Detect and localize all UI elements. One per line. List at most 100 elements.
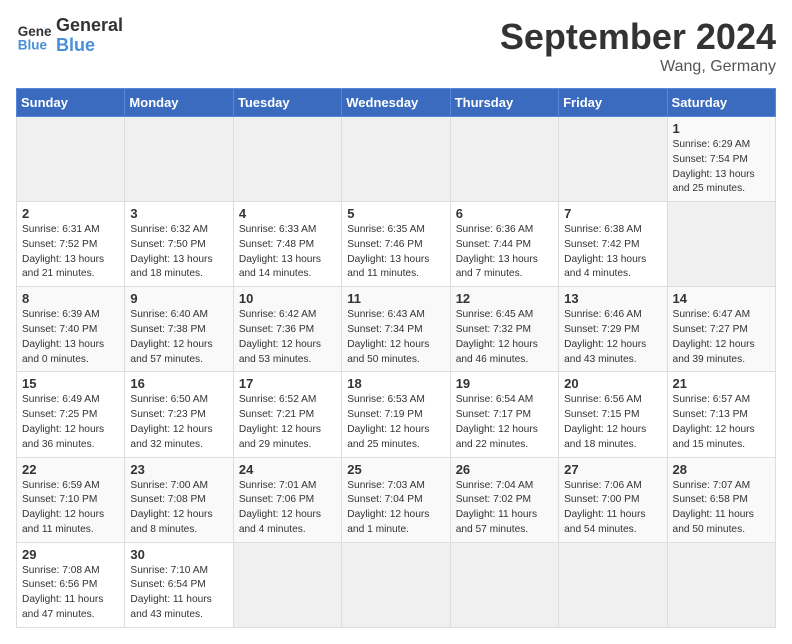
cell-info: Sunrise: 6:56 AM Sunset: 7:15 PM Dayligh… (564, 393, 661, 452)
calendar-cell: 29 Sunrise: 7:08 AM Sunset: 6:56 PM Dayl… (17, 542, 125, 627)
cell-info: Sunrise: 6:29 AM Sunset: 7:54 PM Dayligh… (673, 138, 770, 197)
col-header-friday: Friday (559, 89, 667, 117)
cell-info: Sunrise: 7:04 AM Sunset: 7:02 PM Dayligh… (456, 479, 553, 538)
month-title: September 2024 (500, 16, 776, 58)
cell-info: Sunrise: 6:54 AM Sunset: 7:17 PM Dayligh… (456, 393, 553, 452)
calendar-cell: 8 Sunrise: 6:39 AM Sunset: 7:40 PM Dayli… (17, 287, 125, 372)
day-number: 29 (22, 547, 119, 562)
svg-text:Blue: Blue (18, 37, 48, 52)
cell-info: Sunrise: 6:53 AM Sunset: 7:19 PM Dayligh… (347, 393, 444, 452)
day-number: 5 (347, 206, 444, 221)
calendar-cell: 22 Sunrise: 6:59 AM Sunset: 7:10 PM Dayl… (17, 457, 125, 542)
col-header-thursday: Thursday (450, 89, 558, 117)
calendar-cell: 7 Sunrise: 6:38 AM Sunset: 7:42 PM Dayli… (559, 202, 667, 287)
title-section: September 2024 Wang, Germany (500, 16, 776, 76)
cell-info: Sunrise: 6:36 AM Sunset: 7:44 PM Dayligh… (456, 223, 553, 282)
calendar-cell (342, 117, 450, 202)
day-number: 11 (347, 291, 444, 306)
calendar-cell: 11 Sunrise: 6:43 AM Sunset: 7:34 PM Dayl… (342, 287, 450, 372)
calendar-cell: 15 Sunrise: 6:49 AM Sunset: 7:25 PM Dayl… (17, 372, 125, 457)
logo: General Blue General Blue (16, 16, 123, 56)
day-number: 17 (239, 376, 336, 391)
calendar-cell: 10 Sunrise: 6:42 AM Sunset: 7:36 PM Dayl… (233, 287, 341, 372)
calendar-cell: 20 Sunrise: 6:56 AM Sunset: 7:15 PM Dayl… (559, 372, 667, 457)
col-header-tuesday: Tuesday (233, 89, 341, 117)
calendar-cell (125, 117, 233, 202)
cell-info: Sunrise: 7:08 AM Sunset: 6:56 PM Dayligh… (22, 564, 119, 623)
day-number: 26 (456, 462, 553, 477)
day-number: 18 (347, 376, 444, 391)
calendar-cell: 3 Sunrise: 6:32 AM Sunset: 7:50 PM Dayli… (125, 202, 233, 287)
calendar-week-2: 2 Sunrise: 6:31 AM Sunset: 7:52 PM Dayli… (17, 202, 776, 287)
calendar-cell (667, 542, 775, 627)
cell-info: Sunrise: 6:46 AM Sunset: 7:29 PM Dayligh… (564, 308, 661, 367)
cell-info: Sunrise: 6:40 AM Sunset: 7:38 PM Dayligh… (130, 308, 227, 367)
col-header-wednesday: Wednesday (342, 89, 450, 117)
calendar-cell: 19 Sunrise: 6:54 AM Sunset: 7:17 PM Dayl… (450, 372, 558, 457)
cell-info: Sunrise: 6:42 AM Sunset: 7:36 PM Dayligh… (239, 308, 336, 367)
calendar-cell: 17 Sunrise: 6:52 AM Sunset: 7:21 PM Dayl… (233, 372, 341, 457)
day-number: 24 (239, 462, 336, 477)
calendar-week-5: 22 Sunrise: 6:59 AM Sunset: 7:10 PM Dayl… (17, 457, 776, 542)
cell-info: Sunrise: 7:10 AM Sunset: 6:54 PM Dayligh… (130, 564, 227, 623)
day-number: 8 (22, 291, 119, 306)
calendar-cell (233, 542, 341, 627)
calendar-cell: 18 Sunrise: 6:53 AM Sunset: 7:19 PM Dayl… (342, 372, 450, 457)
logo-text: General Blue (56, 16, 123, 56)
calendar-cell (233, 117, 341, 202)
day-number: 10 (239, 291, 336, 306)
calendar-cell: 16 Sunrise: 6:50 AM Sunset: 7:23 PM Dayl… (125, 372, 233, 457)
calendar-cell: 30 Sunrise: 7:10 AM Sunset: 6:54 PM Dayl… (125, 542, 233, 627)
calendar-cell: 1 Sunrise: 6:29 AM Sunset: 7:54 PM Dayli… (667, 117, 775, 202)
day-number: 21 (673, 376, 770, 391)
day-number: 7 (564, 206, 661, 221)
day-number: 23 (130, 462, 227, 477)
calendar-cell: 6 Sunrise: 6:36 AM Sunset: 7:44 PM Dayli… (450, 202, 558, 287)
cell-info: Sunrise: 6:43 AM Sunset: 7:34 PM Dayligh… (347, 308, 444, 367)
calendar-week-6: 29 Sunrise: 7:08 AM Sunset: 6:56 PM Dayl… (17, 542, 776, 627)
day-number: 20 (564, 376, 661, 391)
calendar-cell: 24 Sunrise: 7:01 AM Sunset: 7:06 PM Dayl… (233, 457, 341, 542)
cell-info: Sunrise: 6:52 AM Sunset: 7:21 PM Dayligh… (239, 393, 336, 452)
cell-info: Sunrise: 6:39 AM Sunset: 7:40 PM Dayligh… (22, 308, 119, 367)
calendar-cell: 13 Sunrise: 6:46 AM Sunset: 7:29 PM Dayl… (559, 287, 667, 372)
calendar-cell: 2 Sunrise: 6:31 AM Sunset: 7:52 PM Dayli… (17, 202, 125, 287)
cell-info: Sunrise: 6:33 AM Sunset: 7:48 PM Dayligh… (239, 223, 336, 282)
cell-info: Sunrise: 7:07 AM Sunset: 6:58 PM Dayligh… (673, 479, 770, 538)
calendar-cell (342, 542, 450, 627)
calendar-week-4: 15 Sunrise: 6:49 AM Sunset: 7:25 PM Dayl… (17, 372, 776, 457)
calendar-table: SundayMondayTuesdayWednesdayThursdayFrid… (16, 88, 776, 628)
cell-info: Sunrise: 7:03 AM Sunset: 7:04 PM Dayligh… (347, 479, 444, 538)
cell-info: Sunrise: 6:57 AM Sunset: 7:13 PM Dayligh… (673, 393, 770, 452)
day-number: 4 (239, 206, 336, 221)
day-number: 22 (22, 462, 119, 477)
calendar-cell (559, 117, 667, 202)
cell-info: Sunrise: 6:45 AM Sunset: 7:32 PM Dayligh… (456, 308, 553, 367)
calendar-cell: 14 Sunrise: 6:47 AM Sunset: 7:27 PM Dayl… (667, 287, 775, 372)
cell-info: Sunrise: 6:59 AM Sunset: 7:10 PM Dayligh… (22, 479, 119, 538)
day-number: 14 (673, 291, 770, 306)
day-number: 6 (456, 206, 553, 221)
col-header-monday: Monday (125, 89, 233, 117)
day-number: 16 (130, 376, 227, 391)
calendar-cell (559, 542, 667, 627)
day-number: 19 (456, 376, 553, 391)
cell-info: Sunrise: 7:00 AM Sunset: 7:08 PM Dayligh… (130, 479, 227, 538)
day-number: 28 (673, 462, 770, 477)
calendar-week-3: 8 Sunrise: 6:39 AM Sunset: 7:40 PM Dayli… (17, 287, 776, 372)
cell-info: Sunrise: 7:06 AM Sunset: 7:00 PM Dayligh… (564, 479, 661, 538)
cell-info: Sunrise: 7:01 AM Sunset: 7:06 PM Dayligh… (239, 479, 336, 538)
logo-icon: General Blue (16, 18, 52, 54)
calendar-cell (17, 117, 125, 202)
calendar-cell (450, 542, 558, 627)
cell-info: Sunrise: 6:38 AM Sunset: 7:42 PM Dayligh… (564, 223, 661, 282)
calendar-cell: 21 Sunrise: 6:57 AM Sunset: 7:13 PM Dayl… (667, 372, 775, 457)
day-number: 25 (347, 462, 444, 477)
calendar-cell (667, 202, 775, 287)
day-number: 9 (130, 291, 227, 306)
cell-info: Sunrise: 6:32 AM Sunset: 7:50 PM Dayligh… (130, 223, 227, 282)
calendar-cell: 5 Sunrise: 6:35 AM Sunset: 7:46 PM Dayli… (342, 202, 450, 287)
calendar-cell: 23 Sunrise: 7:00 AM Sunset: 7:08 PM Dayl… (125, 457, 233, 542)
calendar-week-1: 1 Sunrise: 6:29 AM Sunset: 7:54 PM Dayli… (17, 117, 776, 202)
cell-info: Sunrise: 6:31 AM Sunset: 7:52 PM Dayligh… (22, 223, 119, 282)
